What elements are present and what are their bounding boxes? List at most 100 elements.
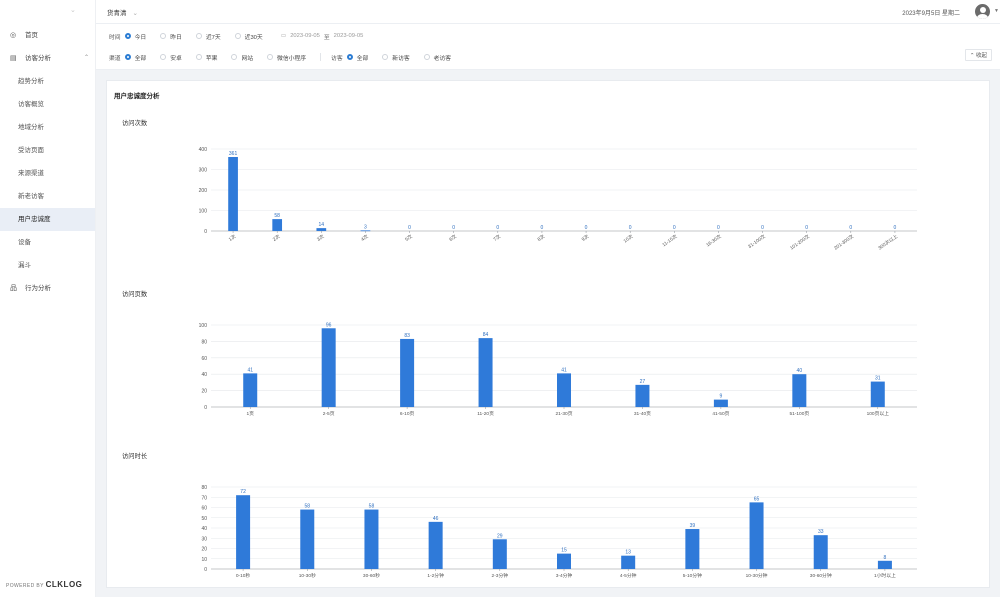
- visitor-option[interactable]: 老访客: [423, 53, 451, 62]
- data-label: 9: [719, 394, 722, 400]
- chevron-down-icon[interactable]: ⌄: [70, 6, 76, 14]
- top-header: 货青清 ⌄ 2023年9月5日 星期二 ▼: [96, 0, 1000, 24]
- time-options: 今日 昨日 近7天 近30天: [124, 32, 277, 41]
- channel-option[interactable]: 微信小程序: [267, 53, 306, 62]
- y-tick-label: 60: [201, 356, 207, 362]
- sidebar-item[interactable]: ▤ 访客分析 ⌃: [0, 47, 95, 70]
- collapse-label: 收起: [975, 53, 987, 59]
- avatar[interactable]: [975, 4, 990, 19]
- radio-icon: [160, 33, 167, 39]
- bar: [236, 495, 251, 569]
- sidebar-item[interactable]: 漏斗: [0, 254, 95, 277]
- time-option[interactable]: 近30天: [234, 32, 263, 41]
- bar: [400, 338, 415, 407]
- bar: [749, 502, 764, 569]
- x-tick-label: 51-100页: [789, 411, 809, 417]
- x-tick-label: 11-15次: [661, 233, 679, 248]
- sidebar-item[interactable]: 设备: [0, 231, 95, 254]
- sidebar-item-label: 趋势分析: [18, 78, 44, 85]
- project-selector[interactable]: 货青清 ⌄: [107, 7, 138, 17]
- channel-option[interactable]: 安卓: [160, 53, 182, 62]
- time-option[interactable]: 昨日: [160, 32, 182, 41]
- radio-icon: [160, 54, 167, 60]
- x-tick-label: 2-5页: [323, 411, 335, 417]
- visitor-option[interactable]: 全部: [346, 53, 369, 62]
- sidebar-item[interactable]: 趋势分析: [0, 70, 95, 93]
- radio-icon: [346, 54, 353, 60]
- card-title: 用户忠诚度分析: [114, 93, 160, 100]
- sidebar-menu: ◎ 首页 ▤ 访客分析 ⌃ 趋势分析 访客概览 地域分析 受访页面 来源渠道 新老访客 用户忠诚度 设备…: [0, 24, 95, 300]
- visit-count-chart: 0 100 200 300 400 361 1次 58 2次 14 3次 3 4次 0 5次 0 6次 0 7次 0 8…: [199, 147, 917, 251]
- radio-icon: [231, 54, 238, 60]
- time-option[interactable]: 今日: [124, 32, 147, 41]
- sidebar-item-label: 访客分析: [25, 55, 51, 62]
- home-icon: ◎: [10, 32, 17, 39]
- x-tick-label: 3次: [315, 233, 325, 243]
- data-label: 0: [408, 225, 411, 231]
- x-tick-label: 16-30次: [705, 233, 723, 249]
- caret-down-icon[interactable]: ▼: [994, 8, 999, 14]
- x-tick-label: 10-30分钟: [746, 572, 768, 579]
- sidebar-item[interactable]: 地域分析: [0, 116, 95, 139]
- data-label: 39: [690, 523, 696, 529]
- y-tick-label: 70: [201, 495, 207, 501]
- bar: [300, 509, 315, 569]
- collapse-button[interactable]: ⌃ 收起: [964, 49, 992, 61]
- data-label: 0: [805, 225, 808, 231]
- sidebar-item-label: 访客概览: [18, 101, 44, 108]
- time-option[interactable]: 近7天: [195, 32, 221, 41]
- x-tick-label: 4-5分钟: [620, 572, 637, 579]
- sidebar-item-label: 行为分析: [25, 285, 51, 292]
- y-tick-label: 10: [201, 557, 207, 563]
- sidebar-item[interactable]: 受访页面: [0, 139, 95, 162]
- bar-chart-icon: ▤: [10, 55, 17, 62]
- sidebar-item-label: 受访页面: [18, 147, 44, 154]
- channel-option[interactable]: 网站: [231, 53, 253, 62]
- x-tick-label: 30-60秒: [363, 572, 380, 579]
- channel-label: 渠道: [109, 55, 121, 62]
- x-tick-label: 5次: [404, 233, 414, 243]
- channel-option[interactable]: 全部: [124, 53, 147, 62]
- x-tick-label: 1-2分钟: [427, 572, 444, 579]
- y-tick-label: 20: [201, 547, 207, 553]
- data-label: 96: [326, 322, 332, 328]
- sidebar-item-label: 地域分析: [18, 124, 44, 131]
- sidebar-item[interactable]: 品 行为分析: [0, 277, 95, 300]
- data-label: 361: [229, 151, 238, 157]
- data-label: 0: [496, 225, 499, 231]
- sidebar-item[interactable]: ◎ 首页: [0, 24, 95, 47]
- time-option-label: 今日: [134, 34, 147, 41]
- time-option-label: 近30天: [244, 34, 263, 41]
- visitor-option-label: 全部: [356, 55, 369, 62]
- time-option-label: 昨日: [170, 34, 182, 41]
- bar: [321, 328, 336, 407]
- bar: [557, 373, 571, 407]
- sidebar-item[interactable]: 访客概览: [0, 93, 95, 116]
- bar: [228, 156, 238, 231]
- sidebar-item[interactable]: 用户忠诚度: [0, 208, 95, 231]
- sidebar-item[interactable]: 新老访客: [0, 185, 95, 208]
- section-title-duration: 访问时长: [122, 453, 148, 460]
- y-tick-label: 0: [204, 405, 207, 411]
- sidebar-item[interactable]: 来源渠道: [0, 162, 95, 185]
- y-tick-label: 200: [199, 188, 208, 194]
- time-label: 时间: [109, 34, 121, 41]
- data-label: 0: [452, 225, 455, 231]
- duration-chart: 0 10 20 30 40 50 60 70 80 72 0-10秒 58 10-30秒 58 30-60秒…: [201, 485, 917, 579]
- sidebar-item-label: 新老访客: [18, 193, 44, 200]
- bar: [685, 529, 700, 569]
- chevron-up-icon: ⌃: [969, 53, 975, 59]
- channel-option[interactable]: 苹果: [195, 53, 217, 62]
- x-tick-label: 9次: [580, 233, 590, 243]
- x-tick-label: 3-4分钟: [556, 572, 573, 579]
- channel-option-label: 全部: [134, 55, 147, 62]
- y-tick-label: 30: [201, 536, 207, 542]
- data-label: 29: [497, 533, 503, 539]
- section-title-visit-count: 访问次数: [122, 120, 148, 127]
- channel-option-label: 网站: [241, 55, 254, 62]
- date-range-picker[interactable]: ▭ 2023-09-05 至 2023-09-05: [281, 32, 364, 41]
- x-tick-label: 1次: [227, 233, 237, 243]
- visitor-option[interactable]: 新访客: [382, 53, 410, 62]
- data-label: 58: [274, 213, 280, 219]
- chevron-down-icon: ⌄: [132, 10, 138, 17]
